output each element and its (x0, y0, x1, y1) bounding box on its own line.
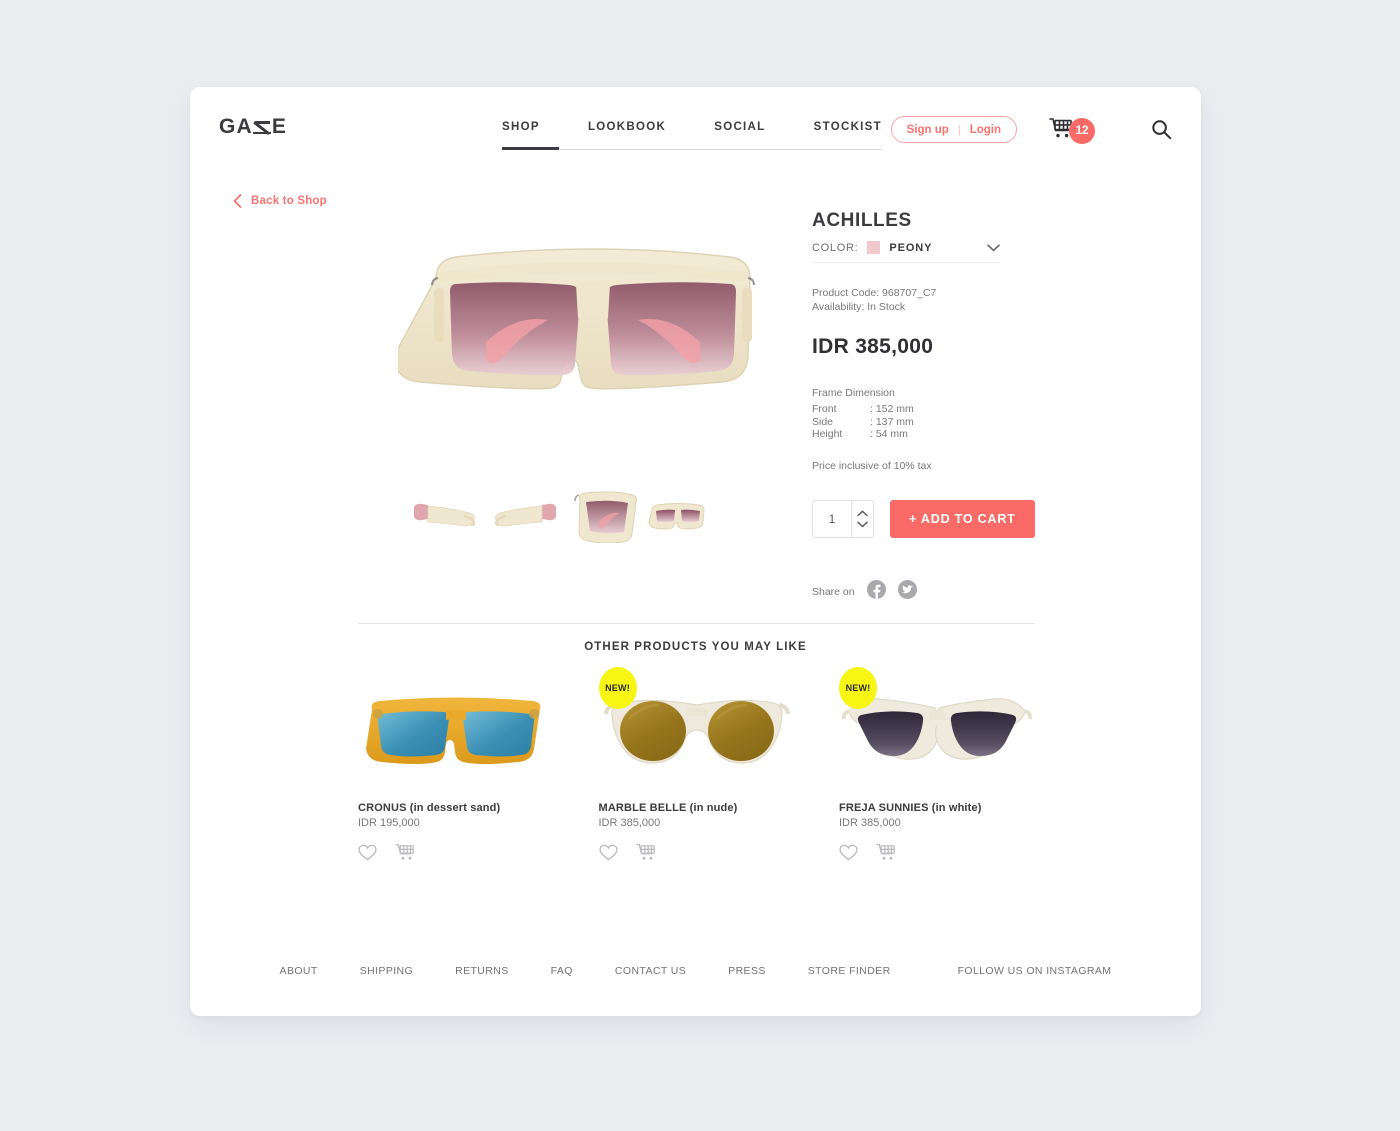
related-product-name: CRONUS (in dessert sand) (358, 802, 501, 814)
thumbnail-side-view-right[interactable] (490, 497, 562, 542)
share-row: Share on (812, 580, 1112, 604)
quantity-decrement-icon[interactable] (857, 521, 868, 528)
dimension-value: : 54 mm (870, 428, 908, 441)
section-divider (358, 623, 1035, 624)
quantity-stepper[interactable] (812, 500, 874, 539)
brand-logo[interactable]: GA E (219, 115, 287, 139)
related-product-card[interactable]: NEW! (839, 667, 1035, 861)
related-product-actions (358, 843, 554, 861)
shopping-cart-icon[interactable] (635, 843, 657, 861)
new-badge: NEW! (839, 667, 877, 709)
footer-link-contact-us[interactable]: CONTACT US (594, 965, 707, 977)
product-price: IDR 385,000 (812, 335, 934, 358)
thumbnail-side-view-left[interactable] (408, 497, 480, 542)
dimension-value: : 152 mm (870, 402, 914, 415)
site-header: GA E SHOP LOOKBOOK SOCIAL STOCKIST Sign u… (190, 87, 1201, 167)
nav-item-social[interactable]: SOCIAL (714, 121, 765, 133)
share-label: Share on (812, 586, 855, 599)
product-gallery (393, 192, 788, 544)
related-product-price: IDR 385,000 (598, 817, 661, 829)
footer-link-press[interactable]: PRESS (707, 965, 787, 977)
quantity-increment-icon[interactable] (857, 510, 868, 517)
related-product-actions (839, 843, 1035, 861)
related-product-name: MARBLE BELLE (in nude) (598, 802, 738, 814)
footer-link-returns[interactable]: RETURNS (434, 965, 530, 977)
dimension-key: Side (812, 415, 834, 428)
heart-icon[interactable] (598, 844, 618, 861)
product-thumbnails (408, 491, 778, 548)
auth-separator: | (957, 123, 961, 136)
footer-link-instagram[interactable]: FOLLOW US ON INSTAGRAM (912, 965, 1133, 977)
back-to-shop-label: Back to Shop (251, 195, 327, 207)
auth-pill: Sign up | Login (890, 116, 1017, 143)
heart-icon[interactable] (358, 844, 377, 861)
color-selector[interactable]: COLOR: PEONY (812, 241, 1000, 263)
sign-up-link[interactable]: Sign up (907, 124, 949, 136)
site-footer: ABOUT SHIPPING RETURNS FAQ CONTACT US PR… (190, 965, 1201, 977)
app-card: GA E SHOP LOOKBOOK SOCIAL STOCKIST Sign u… (190, 87, 1201, 1016)
dimension-row: Side : 137 mm (812, 416, 1112, 429)
login-link[interactable]: Login (970, 124, 1001, 136)
logo-z-mark (252, 120, 271, 135)
facebook-icon[interactable] (866, 580, 886, 604)
color-swatch (867, 241, 881, 254)
logo-text-before: GA (219, 115, 253, 138)
dimension-key: Front (812, 402, 837, 415)
frame-dimensions-title: Frame Dimension (812, 387, 895, 399)
cart-count-badge: 12 (1069, 117, 1095, 144)
search-icon[interactable] (1151, 119, 1172, 145)
chevron-left-icon (233, 194, 242, 208)
footer-link-faq[interactable]: FAQ (530, 965, 594, 977)
footer-link-about[interactable]: ABOUT (259, 965, 339, 977)
back-to-shop-link[interactable]: Back to Shop (233, 194, 327, 208)
logo-text-after: E (271, 115, 288, 138)
frame-dimensions: Frame Dimension Front : 152 mm Side : 13… (812, 387, 1112, 441)
color-label: COLOR: (812, 241, 859, 254)
nav-item-stockist[interactable]: STOCKIST (814, 121, 882, 133)
cart-widget[interactable]: 12 (1048, 117, 1095, 144)
product-info: ACHILLES COLOR: PEONY Product Code: 9687… (812, 210, 1112, 604)
add-to-cart-button[interactable]: + ADD TO CART (890, 500, 1035, 539)
quantity-step-buttons (851, 501, 873, 538)
twitter-icon[interactable] (897, 580, 917, 604)
related-product-name: FREJA SUNNIES (in white) (839, 802, 982, 814)
page-root: GA E SHOP LOOKBOOK SOCIAL STOCKIST Sign u… (0, 0, 1400, 1131)
nav-underline (502, 149, 882, 150)
dimension-row: Front : 152 mm (812, 403, 1112, 416)
related-product-card[interactable]: NEW! (598, 667, 795, 861)
related-product-card[interactable]: CRONUS (in dessert sand) IDR 195,000 (358, 667, 554, 861)
chevron-down-icon[interactable] (987, 243, 1000, 252)
related-heading: OTHER PRODUCTS YOU MAY LIKE (584, 641, 807, 653)
nav-item-shop[interactable]: SHOP (502, 121, 540, 133)
heart-icon[interactable] (839, 844, 858, 861)
purchase-controls: + ADD TO CART (812, 500, 1112, 539)
thumbnail-front-view[interactable] (648, 500, 708, 539)
related-products-grid: CRONUS (in dessert sand) IDR 195,000 NEW… (358, 667, 1035, 861)
thumbnail-three-quarter-view[interactable] (572, 491, 638, 548)
shopping-cart-icon[interactable] (395, 843, 416, 861)
dimension-value: : 137 mm (870, 415, 914, 428)
dimension-key: Height (812, 428, 843, 441)
quantity-input[interactable] (813, 501, 851, 538)
color-value: PEONY (889, 241, 933, 254)
product-availability: Availability: In Stock (812, 301, 906, 313)
related-product-actions (598, 843, 795, 861)
shopping-cart-icon[interactable] (876, 843, 897, 861)
footer-link-store-finder[interactable]: STORE FINDER (787, 965, 912, 977)
tax-note: Price inclusive of 10% tax (812, 460, 932, 473)
new-badge: NEW! (598, 667, 637, 709)
related-product-price: IDR 385,000 (839, 817, 901, 829)
dimension-row: Height : 54 mm (812, 428, 1112, 441)
main-navigation: SHOP LOOKBOOK SOCIAL STOCKIST (502, 121, 882, 133)
product-meta: Product Code: 968707_C7 Availability: In… (812, 286, 1112, 314)
related-product-price: IDR 195,000 (358, 817, 420, 829)
footer-link-shipping[interactable]: SHIPPING (339, 965, 434, 977)
product-title: ACHILLES (812, 210, 912, 231)
nav-item-lookbook[interactable]: LOOKBOOK (588, 121, 666, 133)
product-code: Product Code: 968707_C7 (812, 287, 937, 299)
related-product-image[interactable] (358, 667, 554, 802)
product-hero-image[interactable] (393, 192, 788, 482)
nav-active-indicator (502, 147, 559, 150)
